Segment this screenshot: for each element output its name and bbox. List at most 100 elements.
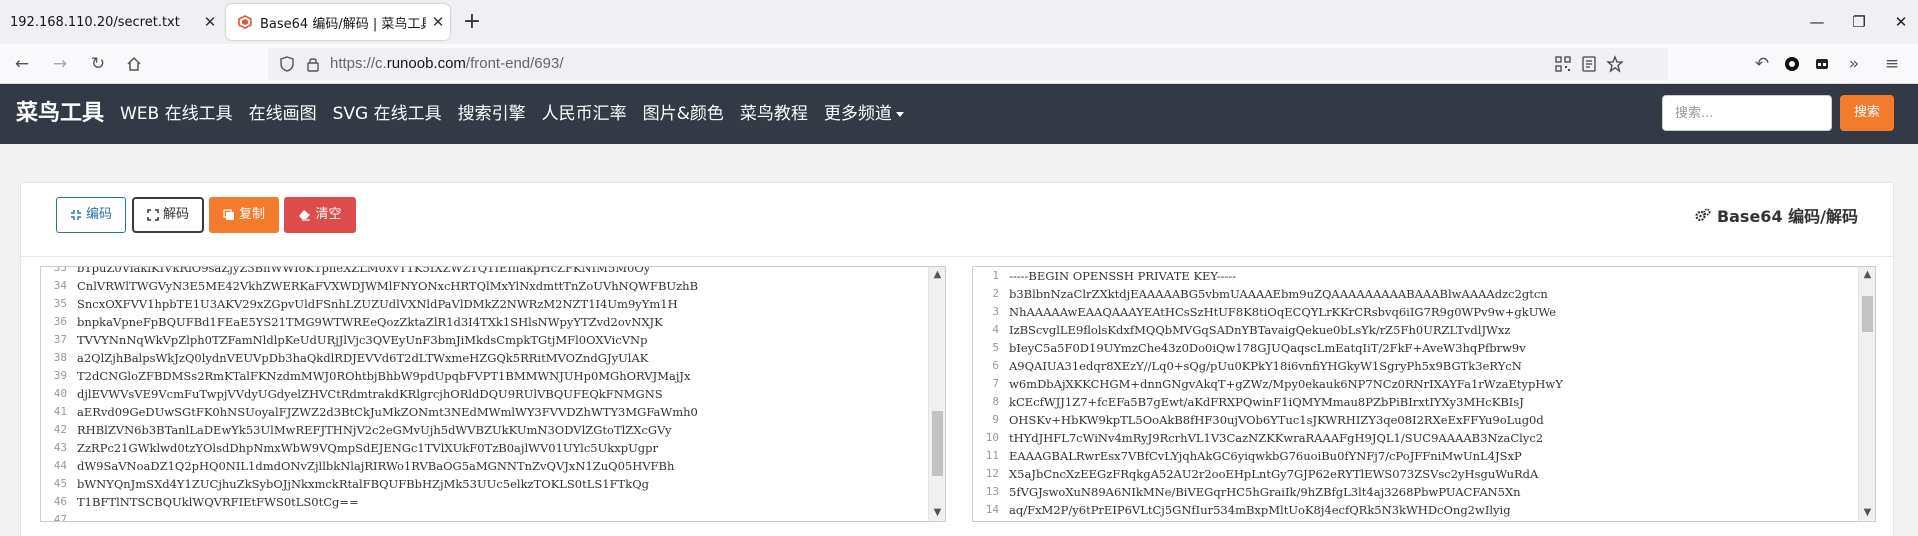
- restore-icon[interactable]: ❐: [1844, 8, 1874, 36]
- container-icon[interactable]: [1808, 50, 1836, 78]
- line-number: 39: [53, 369, 67, 382]
- line-number: 37: [53, 333, 67, 346]
- tab-base64[interactable]: Base64 编码/解码 | 菜鸟工具 ✕: [226, 4, 450, 40]
- nav-online-drawing[interactable]: 在线画图: [241, 84, 325, 144]
- nav-search-engine[interactable]: 搜索引擎: [450, 84, 534, 144]
- line-number: 34: [53, 279, 67, 292]
- reload-icon[interactable]: ↻: [84, 50, 112, 78]
- line-number: 7: [992, 377, 999, 390]
- decode-label: 解码: [162, 207, 189, 222]
- line-number: 38: [53, 351, 67, 364]
- nav-svg-tools[interactable]: SVG 在线工具: [325, 84, 450, 144]
- scrollbar-thumb[interactable]: [932, 410, 943, 476]
- eraser-icon: [299, 210, 311, 221]
- nav-image-color[interactable]: 图片&颜色: [635, 84, 732, 144]
- decoded-output-text[interactable]: -----BEGIN OPENSSH PRIVATE KEY----- b3Blb…: [1009, 267, 1857, 521]
- account-icon[interactable]: [1778, 50, 1806, 78]
- tab-label: Base64 编码/解码 | 菜鸟工具: [260, 16, 426, 32]
- code-line: w6mDbAjXKKCHGM+dnnGNgvAkqT+gZWz/Mpy0ekau…: [1009, 377, 1563, 391]
- scroll-down-arrow-icon[interactable]: ▼: [929, 505, 945, 521]
- line-number: 40: [53, 387, 67, 400]
- line-number: 33: [53, 266, 67, 274]
- line-number: 12: [985, 467, 999, 480]
- new-tab-button[interactable]: +: [458, 8, 486, 36]
- decode-button[interactable]: 解码: [132, 197, 204, 233]
- code-line: NhAAAAAwEAAQAAAYEAtHCsSzHtUF8K8tiOqECQYL…: [1009, 305, 1557, 319]
- code-line: T2dCNGloZFBDMSs2RmKTalFKNzdmMWJ0ROhtbjBh…: [77, 369, 691, 383]
- code-line: IzBScvglLE9flolsKdxfMQQbMVGqSADnYBTavaig…: [1009, 323, 1511, 337]
- scroll-down-arrow-icon[interactable]: ▼: [1859, 505, 1875, 521]
- window-close-icon[interactable]: ✕: [1886, 8, 1916, 36]
- code-line: bIeyC5a5F0D19UYmzChe43z0Do0iQw178GJUQaqs…: [1009, 341, 1526, 355]
- lock-icon[interactable]: [304, 55, 322, 73]
- scroll-up-arrow-icon[interactable]: ▲: [1859, 267, 1875, 283]
- site-nav-menu: WEB 在线工具 在线画图 SVG 在线工具 搜索引擎 人民币汇率 图片&颜色 …: [112, 84, 912, 144]
- code-line: tHYdJHFL7cWiNv4mRyJ9RcrhVL1V3CazNZKKwraR…: [1009, 431, 1544, 445]
- line-number: 1: [992, 269, 999, 282]
- line-number: 35: [53, 297, 67, 310]
- line-number: 13: [985, 485, 999, 498]
- code-line: CnlVRWlTWGVyN3E5ME42VkhZWERKaFVXWDJWMlFN…: [77, 279, 699, 293]
- decoded-output-editor[interactable]: 123456789101112131415 -----BEGIN OPENSSH…: [972, 266, 1876, 522]
- clear-button[interactable]: 清空: [284, 197, 356, 233]
- qr-code-icon[interactable]: [1554, 55, 1572, 73]
- extensions-icon[interactable]: »: [1840, 50, 1868, 78]
- base64-input-editor[interactable]: 33 34 35 36 37 38 39 40 41 42 43 44 45 46 47 b1puZ0Via…: [40, 266, 946, 522]
- line-number: 47: [53, 513, 67, 522]
- url-bar[interactable]: https://c.runoob.com/front-end/693/: [268, 48, 1668, 80]
- line-number: 9: [992, 413, 999, 426]
- back-arrow-icon[interactable]: ←: [8, 50, 36, 78]
- clear-label: 清空: [315, 207, 342, 222]
- base64-input-text[interactable]: b1puZ0ViaklKIVkRlO9saZjyZ3BnWWIoK1pneXZL…: [77, 266, 927, 513]
- caret-down-icon: [895, 111, 904, 117]
- hamburger-menu-icon[interactable]: ≡: [1878, 50, 1906, 78]
- close-tab-icon[interactable]: ✕: [426, 13, 450, 31]
- runoob-favicon-icon: [238, 15, 252, 29]
- line-number: 42: [53, 423, 67, 436]
- line-number: 43: [53, 441, 67, 454]
- nav-runoob-tutorial[interactable]: 菜鸟教程: [732, 84, 816, 144]
- line-number: 5: [992, 341, 999, 354]
- bookmark-star-icon[interactable]: [1606, 55, 1624, 73]
- copy-button[interactable]: 复制: [209, 197, 279, 233]
- code-line: bWNYQnJmSXd4Y1ZUCjhuZkSybOJjNkxmckRtalFB…: [77, 477, 649, 491]
- vertical-scrollbar[interactable]: ▲ ▼: [928, 267, 945, 521]
- undo-icon[interactable]: ↶: [1748, 50, 1776, 78]
- home-icon[interactable]: [120, 50, 148, 78]
- code-line: aERvd09GeDUwSGtFK0hNSUoyalFJZWZ2d3BtCkJu…: [77, 405, 698, 419]
- scroll-up-arrow-icon[interactable]: ▲: [929, 267, 945, 283]
- site-search-input[interactable]: [1662, 95, 1832, 131]
- code-line: -----BEGIN OPENSSH PRIVATE KEY-----: [1009, 269, 1237, 283]
- encode-button[interactable]: 编码: [56, 197, 126, 233]
- copy-icon: [223, 209, 234, 220]
- line-number: 46: [53, 495, 67, 508]
- vertical-scrollbar[interactable]: ▲ ▼: [1858, 267, 1875, 521]
- code-line: b1puZ0ViaklKIVkRlO9saZjyZ3BnWWIoK1pneXZL…: [77, 266, 651, 275]
- line-number: 10: [985, 431, 999, 444]
- reader-view-icon[interactable]: [1580, 55, 1598, 73]
- code-line: OHSKv+HbKW9kpTL5OoAkB8fHF30ujVOb6YTuc1sJ…: [1009, 413, 1544, 427]
- tab-secret-txt[interactable]: 192.168.110.20/secret.txt ✕: [0, 4, 222, 40]
- forward-arrow-icon[interactable]: →: [46, 50, 74, 78]
- code-line: aq/FxM2P/y6tPrEIP6VLtCj5GNfIur534mBxpMlt…: [1009, 503, 1511, 517]
- line-number-gutter: 33 34 35 36 37 38 39 40 41 42 43 44 45 46 47: [41, 266, 73, 521]
- tool-card-header: 编码 解码 复制 清空 Base64 编码/解码: [21, 183, 1893, 257]
- code-line: b3BlbnNzaClrZXktdjEAAAAABG5vbmUAAAAEbm9u…: [1009, 287, 1548, 301]
- close-tab-icon[interactable]: ✕: [198, 13, 222, 31]
- code-line: RHBlZVN6b3BTanlLaDEwYk53UlMwREFJTHNjV2c2…: [77, 423, 672, 437]
- site-search-button[interactable]: 搜索: [1840, 95, 1894, 131]
- minimize-icon[interactable]: —: [1802, 8, 1832, 36]
- shield-icon[interactable]: [278, 55, 296, 73]
- line-number: 8: [992, 395, 999, 408]
- nav-web-tools[interactable]: WEB 在线工具: [112, 84, 241, 144]
- code-line: bnpkaVpneFpBQUFBd1FEaE5YS21TMG9WTWREeQoz…: [77, 315, 663, 329]
- site-logo[interactable]: 菜鸟工具: [16, 84, 104, 144]
- code-line: ZzRPc21GWklwd0tzYOlsdDhpNmxWbW9VQmpSdEJE…: [77, 441, 659, 455]
- tool-title: Base64 编码/解码: [1695, 203, 1858, 227]
- scrollbar-thumb[interactable]: [1862, 296, 1873, 333]
- line-number: 3: [992, 305, 999, 318]
- nav-exchange-rate[interactable]: 人民币汇率: [534, 84, 635, 144]
- line-number-gutter: 123456789101112131415: [973, 267, 1005, 521]
- nav-more-channels[interactable]: 更多频道: [816, 84, 912, 144]
